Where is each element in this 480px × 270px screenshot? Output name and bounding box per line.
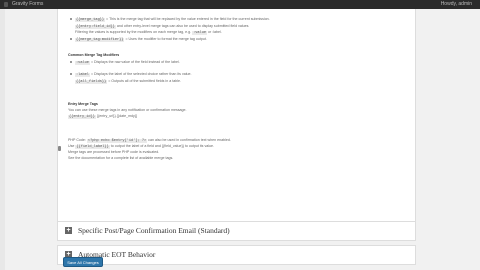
- content-line-9: {{entry_id}} {{entry_url}} {{date_mdy}}: [68, 114, 138, 119]
- content-line-13: See the documentation for a complete lis…: [68, 156, 174, 160]
- content-line-7: {{all_fields}} = Outputs all of the subm…: [75, 79, 182, 84]
- cursor-icon: [58, 146, 61, 151]
- content-line-12: Merge tags are processed before PHP code…: [68, 150, 160, 154]
- toggle-plus-icon[interactable]: +: [65, 227, 72, 234]
- content-line-4: {{merge_tag:modifier}} = Uses the modifi…: [75, 37, 207, 42]
- content-heading-entry: Entry Merge Tags: [68, 102, 98, 106]
- bullet-icon: [70, 38, 72, 40]
- bullet-icon: [70, 18, 72, 20]
- content-line-5: :value = Displays the raw value of the f…: [75, 60, 180, 65]
- content-line-11: Use {{field_label}} to output the label …: [68, 144, 215, 149]
- bullet-icon: [70, 61, 72, 63]
- panel-confirmation-email[interactable]: + Specific Post/Page Confirmation Email …: [57, 221, 416, 241]
- content-line-10: PHP Code: <?php echo $entry['id']; ?> ca…: [68, 138, 231, 143]
- content-line-2: {{entry:field_id}} and other entry-level…: [75, 24, 250, 29]
- content-line-1: {{merge_tag}} = This is the merge tag th…: [75, 17, 270, 22]
- user-menu[interactable]: Howdy, admin: [441, 1, 472, 8]
- content-line-3: Filtering the values is supported by the…: [75, 30, 222, 35]
- content-line-8: You can use these merge tags in any noti…: [68, 108, 187, 112]
- bullet-icon: [70, 73, 72, 75]
- save-all-changes-button[interactable]: Save All Changes: [63, 257, 103, 267]
- admin-sidebar: [0, 9, 5, 270]
- content-heading-modifiers: Common Merge Tag Modifiers: [68, 53, 120, 57]
- panel-title: Specific Post/Page Confirmation Email (S…: [78, 226, 230, 235]
- admin-bar: Gravity Forms Howdy, admin: [0, 0, 480, 9]
- panel-eot-behavior[interactable]: + Automatic EOT Behavior: [57, 245, 416, 265]
- wordpress-logo-icon[interactable]: [4, 2, 8, 7]
- settings-content: {{merge_tag}} = This is the merge tag th…: [57, 9, 416, 229]
- content-line-6: :label = Displays the label of the selec…: [75, 72, 192, 77]
- site-name-link[interactable]: Gravity Forms: [12, 1, 43, 8]
